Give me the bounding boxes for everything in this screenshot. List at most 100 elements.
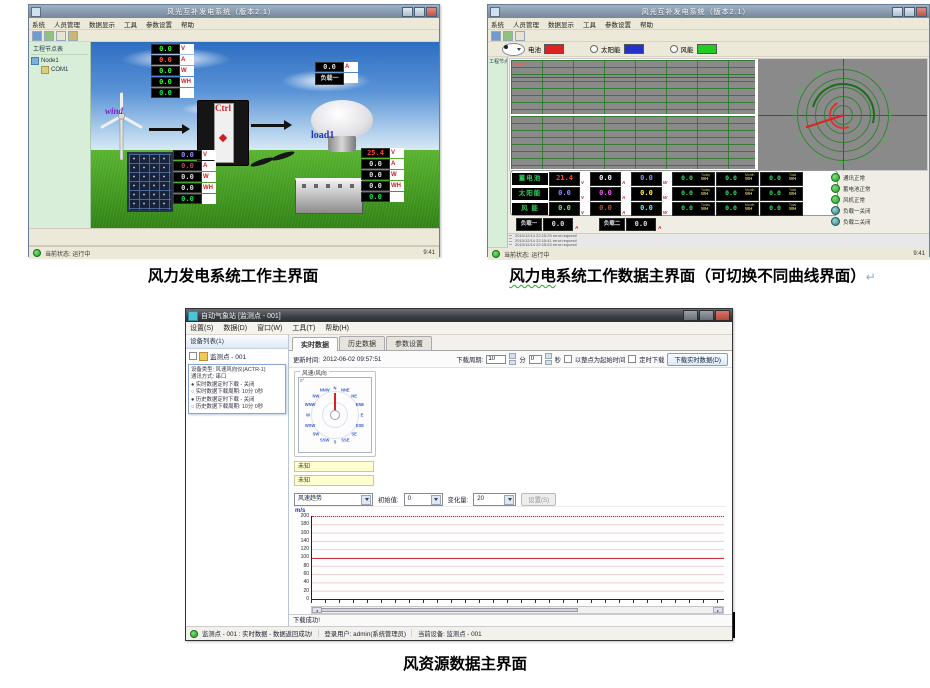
align-to-hour-checkbox[interactable] bbox=[564, 355, 572, 363]
menu-item[interactable]: 工具(T) bbox=[292, 323, 315, 333]
indicator-dot-icon bbox=[831, 206, 840, 215]
device-tree-item[interactable]: 监测点 - 001 bbox=[186, 349, 288, 362]
close-button[interactable] bbox=[715, 310, 730, 321]
close-button[interactable] bbox=[426, 7, 437, 17]
menu-item[interactable]: 参数设置 bbox=[146, 19, 172, 29]
initial-value-select[interactable]: 0 bbox=[404, 493, 443, 506]
menu-item[interactable]: 数据显示 bbox=[548, 19, 574, 29]
menu-item[interactable]: 人员管理 bbox=[54, 19, 80, 29]
energy-total-display: 0.0TotalWH bbox=[760, 187, 803, 201]
toolbar-icon-start[interactable] bbox=[44, 31, 54, 41]
tab-history-data[interactable]: 历史数据 bbox=[339, 336, 385, 350]
period-minutes-input[interactable] bbox=[486, 355, 506, 364]
menu-item[interactable]: 参数设置 bbox=[605, 19, 631, 29]
scheduled-download-checkbox[interactable] bbox=[628, 355, 636, 363]
meter-row: 0.0 WH bbox=[151, 77, 194, 87]
minimize-button[interactable] bbox=[402, 7, 413, 17]
app-icon bbox=[188, 311, 198, 321]
scrollbar-thumb[interactable] bbox=[321, 608, 578, 612]
series-select[interactable]: 风速趋势 bbox=[294, 493, 373, 506]
menu-item[interactable]: 帮助 bbox=[181, 19, 194, 29]
toolbar-icon-save[interactable] bbox=[56, 31, 66, 41]
event-log[interactable]: 2010/12/14 22:15:29 error:request!2010/1… bbox=[508, 233, 929, 248]
toolbar-icon-settings[interactable] bbox=[68, 31, 78, 41]
minutes-spinner[interactable] bbox=[509, 353, 516, 365]
toolbar-icon-connect[interactable] bbox=[32, 31, 42, 41]
tab-realtime-data[interactable]: 实时数据 bbox=[292, 337, 338, 351]
maximize-button[interactable] bbox=[699, 310, 714, 321]
seconds-spinner[interactable] bbox=[545, 353, 552, 365]
solar-data-row: 太阳能 0.0V 0.0A 0.0W 0.0TodayWH 0.0MonthWH… bbox=[512, 187, 836, 201]
polar-tick-label: 240 bbox=[798, 136, 805, 141]
menu-item[interactable]: 工具 bbox=[124, 19, 137, 29]
meter-value: 0.0 bbox=[151, 55, 180, 65]
set-button[interactable]: 设置(S) bbox=[521, 493, 556, 506]
update-time-value: 2012-06-02 09:57:51 bbox=[323, 356, 381, 363]
window-data: 风光互补发电系统（版本2.1） 系统人员管理数据显示工具参数设置帮助 电池 太阳… bbox=[487, 4, 930, 257]
scroll-right-icon[interactable]: ▸ bbox=[713, 607, 723, 613]
legend-option-battery[interactable]: 电池 bbox=[502, 43, 564, 56]
menu-item[interactable]: 系统 bbox=[491, 19, 504, 29]
checkbox-icon[interactable] bbox=[189, 352, 197, 360]
close-button[interactable] bbox=[916, 7, 927, 17]
menu-item[interactable]: 帮助(H) bbox=[325, 323, 349, 333]
legend-option-wind[interactable]: 风能 bbox=[670, 44, 717, 54]
meter-value: 0.0 bbox=[173, 161, 202, 171]
delta-select[interactable]: 20 bbox=[473, 493, 516, 506]
wind-speed-chart: m/s 200180160140120100806040200 ◂ ▸ bbox=[294, 510, 726, 614]
text-cursor bbox=[733, 612, 735, 638]
titlebar[interactable]: 风光互补发电系统（版本2.1） bbox=[488, 5, 929, 18]
menu-item[interactable]: 人员管理 bbox=[513, 19, 539, 29]
toolbar-icon-save[interactable] bbox=[515, 31, 525, 41]
meter-unit: A bbox=[180, 55, 194, 65]
maximize-button[interactable] bbox=[904, 7, 915, 17]
tree-node-child[interactable]: COM1 bbox=[41, 66, 88, 74]
device-info-line: 通讯方式: 串口 bbox=[191, 374, 283, 381]
toolbar-icon-connect[interactable] bbox=[491, 31, 501, 41]
update-time-label: 更新时间: bbox=[293, 355, 320, 364]
wind-label: wind bbox=[105, 106, 123, 116]
download-control-row: 更新时间: 2012-06-02 09:57:51 下载周期: 分 秒 以整点为… bbox=[289, 351, 732, 368]
titlebar[interactable]: 风光互补发电系统（版本2.1） bbox=[29, 5, 439, 18]
toolbar-icon-start[interactable] bbox=[503, 31, 513, 41]
radio-icon[interactable] bbox=[590, 45, 598, 53]
wind-turbine-graphic bbox=[93, 88, 151, 162]
menu-item[interactable]: 窗口(W) bbox=[257, 323, 282, 333]
menu-item[interactable]: 系统 bbox=[32, 19, 45, 29]
menu-item[interactable]: 设置(S) bbox=[190, 323, 213, 333]
radio-icon[interactable] bbox=[670, 45, 678, 53]
y-tick-label: 60 bbox=[294, 572, 309, 577]
meter-value: 0.0 bbox=[315, 62, 344, 72]
turbine-meter-group: 0.0 V 0.0 A 0.0 W 0.0 WH 0.0 bbox=[151, 44, 194, 98]
delta-label: 变化量: bbox=[448, 495, 469, 504]
menu-item[interactable]: 数据(D) bbox=[223, 323, 247, 333]
window-wind-resource: 自动气象站 [监测点 - 001] 设置(S) 数据(D) 窗口(W) 工具(T) 帮助… bbox=[185, 308, 733, 641]
menu-item[interactable]: 数据显示 bbox=[89, 19, 115, 29]
status-device: 当前设备: 监测点 - 001 bbox=[418, 629, 482, 638]
legend-option-solar[interactable]: 太阳能 bbox=[590, 44, 644, 54]
meter-row: 0.0 V bbox=[173, 150, 216, 160]
status-text: 当前状态: 运行中 bbox=[45, 249, 90, 258]
meter-unit: W bbox=[180, 66, 194, 76]
horizontal-scrollbar[interactable]: ◂ ▸ bbox=[311, 606, 724, 614]
menu-item[interactable]: 帮助 bbox=[640, 19, 653, 29]
radio-icon[interactable] bbox=[502, 43, 525, 56]
power-display: 0.0 bbox=[631, 187, 662, 201]
titlebar[interactable]: 自动气象站 [监测点 - 001] bbox=[186, 309, 732, 322]
status-indicator: 负载一关闭 bbox=[831, 205, 925, 216]
maximize-button[interactable] bbox=[414, 7, 425, 17]
period-seconds-input[interactable] bbox=[529, 355, 542, 364]
y-tick-label: 200 bbox=[294, 514, 309, 519]
plot-area bbox=[311, 516, 724, 600]
minimize-button[interactable] bbox=[683, 310, 698, 321]
download-realtime-button[interactable]: 下载实时数据(D) bbox=[667, 353, 728, 366]
tab-parameter-settings[interactable]: 参数设置 bbox=[386, 336, 432, 350]
minimize-button[interactable] bbox=[892, 7, 903, 17]
window-title: 自动气象站 [监测点 - 001] bbox=[201, 311, 683, 321]
menu-item[interactable]: 工具 bbox=[583, 19, 596, 29]
meter-unit: WH bbox=[180, 77, 194, 87]
battery-meter-group: 25.4 V 0.0 A 0.0 W 0.0 WH 0.0 bbox=[361, 148, 404, 202]
tree-node[interactable]: Node1 bbox=[31, 57, 88, 65]
polar-tick-label: 180 bbox=[839, 160, 846, 165]
limit-line-200 bbox=[312, 516, 724, 517]
